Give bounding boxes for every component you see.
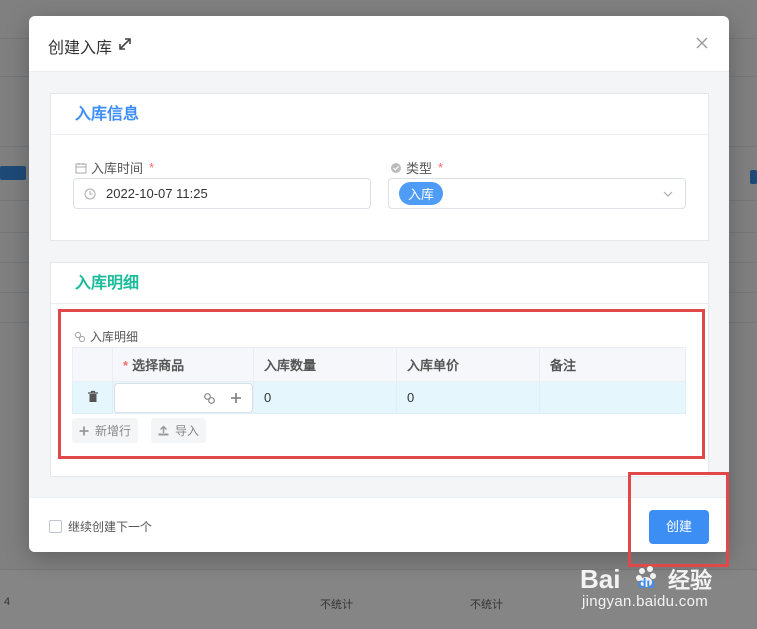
delete-cell: [72, 381, 113, 414]
trash-icon[interactable]: [87, 390, 99, 403]
link-icon[interactable]: [203, 392, 216, 405]
link-icon: [74, 331, 86, 342]
check-circle-icon: [391, 162, 401, 173]
type-select[interactable]: 入库: [388, 178, 686, 209]
column-header-actions: [72, 347, 113, 382]
watermark-logo-text2: du: [638, 575, 655, 591]
quantity-cell[interactable]: 0: [253, 381, 397, 414]
plus-icon: [79, 426, 89, 435]
type-label-text: 类型: [406, 161, 433, 176]
required-mark: *: [438, 160, 444, 175]
table-header-row: * 选择商品 入库数量 入库单价 备注: [72, 347, 686, 382]
create-highlight-box: [628, 472, 729, 567]
upload-icon: [158, 425, 169, 436]
column-header-price: 入库单价: [396, 347, 540, 382]
required-mark: *: [123, 358, 129, 373]
table-row: 0 0: [72, 381, 686, 414]
calendar-icon: [75, 162, 87, 173]
dialog-header: 创建入库: [29, 16, 729, 72]
column-header-note: 备注: [539, 347, 686, 382]
dialog-footer: 继续创建下一个 创建: [29, 497, 729, 552]
add-row-button[interactable]: 新增行: [72, 418, 139, 443]
watermark-logo-suffix: 经验: [668, 568, 712, 594]
column-header-quantity: 入库数量: [253, 347, 397, 382]
chevron-down-icon: [663, 191, 673, 197]
required-mark: *: [149, 160, 155, 175]
time-label-text: 入库时间: [91, 161, 144, 176]
watermark-url: jingyan.baidu.com: [582, 593, 709, 610]
info-panel: 入库信息 入库时间 * 2022-10-07 11:25 类型 * 入库: [50, 93, 709, 241]
detail-sub-label: 入库明细: [74, 328, 138, 345]
continue-create-label[interactable]: 继续创建下一个: [68, 518, 152, 535]
detail-panel: 入库明细 入库明细 * 选择商品 入库数量 入库单价 备注 0 0 新增行 导入: [50, 262, 709, 477]
time-value: 2022-10-07 11:25: [106, 186, 208, 201]
price-cell[interactable]: 0: [396, 381, 540, 414]
expand-icon[interactable]: [117, 36, 133, 52]
import-label: 导入: [175, 424, 200, 438]
dialog-title: 创建入库: [48, 40, 113, 57]
close-icon[interactable]: [695, 36, 709, 50]
clock-icon: [84, 188, 96, 199]
detail-panel-title: 入库明细: [51, 263, 708, 304]
continue-create-checkbox[interactable]: [49, 520, 62, 533]
type-tag: 入库: [399, 182, 444, 205]
add-row-label: 新增行: [95, 424, 132, 438]
stock-in-time-input[interactable]: 2022-10-07 11:25: [73, 178, 371, 209]
note-cell[interactable]: [539, 381, 686, 414]
detail-table: * 选择商品 入库数量 入库单价 备注 0 0: [72, 347, 686, 414]
create-stock-in-dialog: 创建入库 入库信息 入库时间 * 2022-10-07 11:25 类型 * 入…: [29, 16, 729, 552]
time-field-label: 入库时间 *: [75, 158, 154, 177]
plus-icon[interactable]: [230, 392, 242, 404]
detail-sub-label-text: 入库明细: [90, 330, 139, 344]
watermark-logo-text: Bai: [580, 564, 620, 594]
detail-highlight-box: 入库明细 * 选择商品 入库数量 入库单价 备注 0 0 新增行 导入: [58, 309, 705, 459]
import-button[interactable]: 导入: [151, 418, 207, 443]
type-field-label: 类型 *: [390, 158, 443, 177]
column-header-text: 选择商品: [132, 358, 185, 373]
info-panel-title: 入库信息: [51, 94, 708, 135]
dialog-body: 入库信息 入库时间 * 2022-10-07 11:25 类型 * 入库 入库明…: [29, 72, 729, 497]
column-header-product: * 选择商品: [112, 347, 254, 382]
